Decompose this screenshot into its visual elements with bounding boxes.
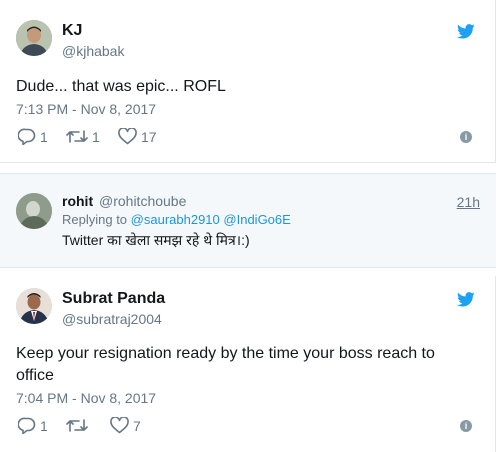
reply-timestamp[interactable]: 21h (457, 194, 480, 210)
reply-icon (18, 128, 36, 145)
tweet-timestamp[interactable]: 7:13 PM - Nov 8, 2017 (16, 101, 156, 117)
author-name[interactable]: Subrat Panda (62, 290, 165, 308)
avatar[interactable] (16, 193, 52, 229)
mention-link[interactable]: @saurabh2910 (131, 212, 220, 227)
retweet-icon (66, 419, 88, 432)
reply-count: 1 (40, 128, 48, 145)
mention-link[interactable]: @IndiGo6E (223, 212, 290, 227)
tweet-text-line-2: office (16, 367, 54, 384)
reply-icon (18, 417, 36, 434)
heart-icon (118, 128, 137, 145)
retweet-button[interactable]: 1 (66, 128, 100, 145)
info-icon[interactable]: i (460, 131, 472, 143)
twitter-bird-icon[interactable] (457, 24, 475, 39)
reply-count: 1 (40, 417, 48, 434)
author-handle[interactable]: @kjhabak (62, 43, 124, 59)
author-name[interactable]: KJ (62, 22, 82, 40)
retweet-button[interactable] (66, 417, 88, 434)
replying-to: Replying to @saurabh2910 @IndiGo6E (62, 212, 291, 227)
reply-author-name[interactable]: rohit (62, 193, 93, 209)
info-icon[interactable]: i (460, 420, 472, 432)
avatar[interactable] (16, 288, 52, 324)
reply-author-handle[interactable]: @rohitchoube (99, 193, 186, 209)
heart-icon (110, 417, 129, 434)
author-handle[interactable]: @subratraj2004 (62, 311, 162, 327)
replying-to-label: Replying to (62, 212, 128, 227)
reply-text: Twitter का खेला समझ रहे थे मित्र।:) (62, 232, 250, 248)
retweet-icon (66, 130, 88, 143)
tweet-text: Dude... that was epic... ROFL (16, 78, 226, 95)
reply-button[interactable]: 1 (18, 417, 48, 434)
like-count: 17 (141, 128, 157, 145)
reply-button[interactable]: 1 (18, 128, 48, 145)
like-button[interactable]: 17 (118, 128, 157, 145)
like-button[interactable]: 7 (110, 417, 141, 434)
reply-author[interactable]: rohit @rohitchoube (62, 193, 186, 209)
twitter-bird-icon[interactable] (457, 292, 475, 307)
tweet-timestamp[interactable]: 7:04 PM - Nov 8, 2017 (16, 390, 156, 406)
retweet-count: 1 (92, 128, 100, 145)
tweet-text-line-1: Keep your resignation ready by the time … (16, 345, 435, 362)
avatar[interactable] (16, 20, 52, 56)
like-count: 7 (133, 417, 141, 434)
